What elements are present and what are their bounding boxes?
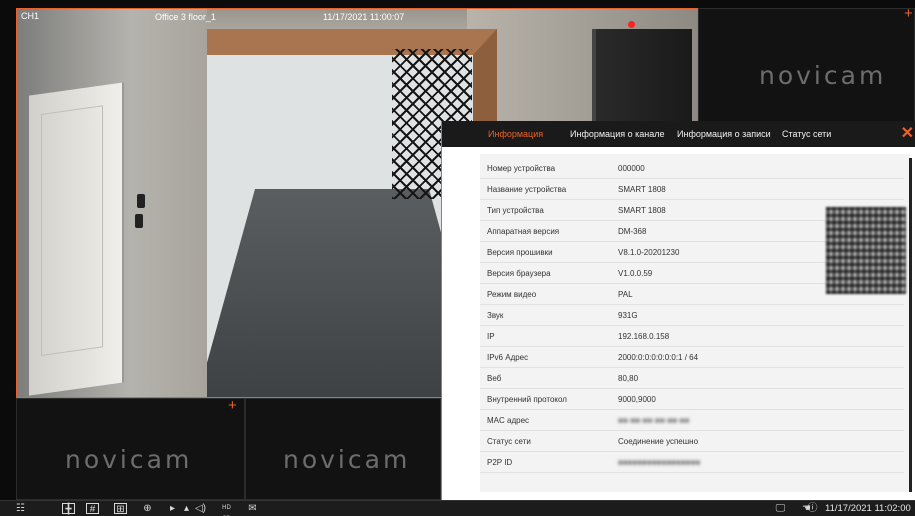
info-row: Номер устройства 000000: [480, 158, 904, 179]
layout-4-icon[interactable]: ╋: [62, 503, 75, 515]
camera-datetime: 11/17/2021 11:00:07: [323, 12, 405, 22]
add-camera-icon[interactable]: +: [904, 9, 913, 22]
blurred-value: ■■-■■-■■-■■-■■-■■: [618, 416, 690, 425]
tab-channel-info[interactable]: Информация о канале: [570, 129, 664, 139]
brand-logo: novicam: [283, 445, 411, 474]
tab-record-info[interactable]: Информация о записи: [677, 129, 771, 139]
camera-cell-empty-3[interactable]: novicam: [245, 398, 441, 500]
record-indicator-icon: [628, 21, 635, 28]
info-row: Внутренний протокол 9000,9000: [480, 389, 904, 410]
qr-code-image: [826, 207, 906, 294]
close-icon[interactable]: ✕: [901, 123, 914, 143]
brand-logo: novicam: [65, 445, 193, 474]
info-row: Веб 80,80: [480, 368, 904, 389]
dialog-tab-bar: Информация Информация о канале Информаци…: [442, 121, 915, 147]
blurred-value: ■■■■■■■■■■■■■■■■■: [618, 458, 701, 467]
info-row: P2P ID ■■■■■■■■■■■■■■■■■: [480, 452, 904, 473]
tab-network-status[interactable]: Статус сети: [782, 129, 831, 139]
add-camera-icon[interactable]: +: [228, 399, 237, 414]
nvr-screen: CH1 Office 3 floor_1 11/17/2021 11:00:07…: [0, 0, 915, 516]
ptz-icon[interactable]: ⊕: [141, 503, 154, 514]
audio-icon[interactable]: ◁): [194, 503, 207, 514]
snapshot-icon[interactable]: ✉: [246, 503, 259, 514]
menu-icon[interactable]: ☷: [14, 503, 27, 514]
brand-logo: novicam: [759, 61, 887, 90]
info-table: Номер устройства 000000 Название устройст…: [480, 154, 910, 492]
tab-info[interactable]: Информация: [488, 129, 543, 139]
camera-location: Office 3 floor_1: [155, 12, 216, 22]
chevron-up-icon[interactable]: ▴: [180, 503, 193, 514]
system-clock: 11/17/2021 11:02:00: [825, 503, 911, 514]
taskbar: ☷ ╋ # ⊞ ⊕ ▸ ▴ ◁) HD SD ✉ 🖵 ☚ ⓘ 11/17/202…: [0, 500, 915, 516]
camera-cell-empty-2[interactable]: novicam +: [16, 398, 245, 500]
camera-cell-empty-1[interactable]: novicam +: [698, 8, 915, 122]
info-icon[interactable]: ⓘ: [806, 503, 819, 514]
layout-9-icon[interactable]: #: [86, 503, 99, 515]
info-row: IPv6 Адрес 2000:0:0:0:0:0:0:1 / 64: [480, 347, 904, 368]
info-row: Статус сети Соединение успешно: [480, 431, 904, 452]
hd-sd-icon[interactable]: HD SD: [220, 503, 233, 514]
layout-fullscreen-icon[interactable]: ⊞: [114, 503, 127, 515]
info-row: MAC адрес ■■-■■-■■-■■-■■-■■: [480, 410, 904, 431]
playback-icon[interactable]: ▸: [166, 503, 179, 514]
system-info-dialog: Информация Информация о канале Информаци…: [441, 121, 915, 500]
channel-name: CH1: [21, 11, 40, 21]
network-icon[interactable]: 🖵: [774, 503, 787, 514]
info-row: Звук 931G: [480, 305, 904, 326]
info-row: Название устройства SMART 1808: [480, 179, 904, 200]
scrollbar-thumb[interactable]: [909, 158, 912, 492]
info-row: IP 192.168.0.158: [480, 326, 904, 347]
scrollbar[interactable]: [909, 158, 912, 492]
